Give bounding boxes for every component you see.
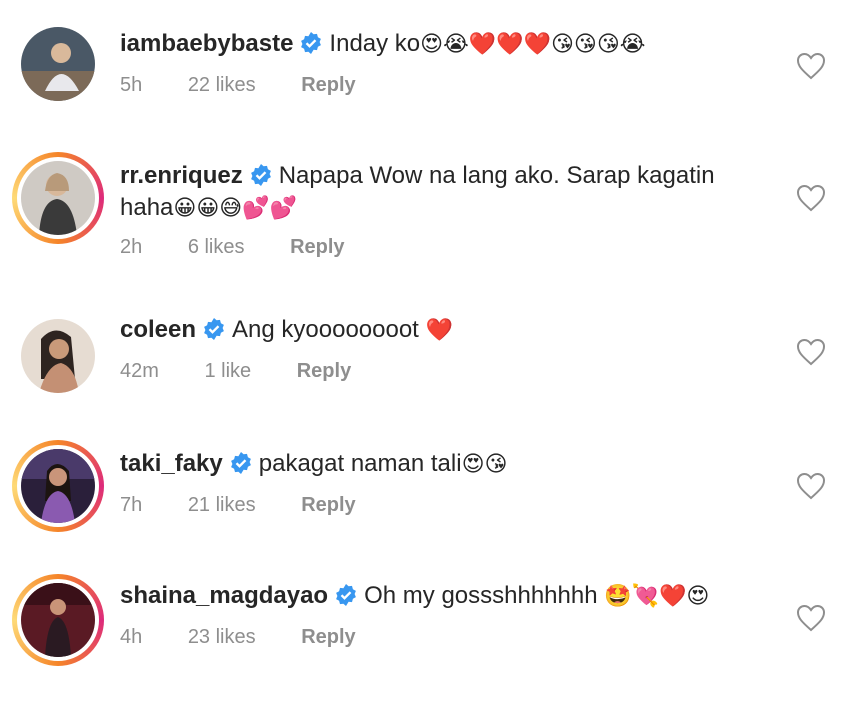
comment-likes[interactable]: 23 likes (188, 626, 256, 648)
comment-meta: 5h 22 likes Reply (120, 74, 396, 97)
comment-meta: 7h 21 likes Reply (120, 494, 396, 517)
comment-emojis: 🤩💘❤️😍 (604, 584, 710, 609)
avatar-photo (21, 161, 95, 235)
avatar[interactable] (12, 18, 104, 110)
avatar-photo (21, 583, 95, 657)
comment-time: 4h (120, 626, 143, 648)
avatar[interactable] (12, 152, 104, 244)
comment-likes[interactable]: 22 likes (188, 74, 256, 96)
comment-body: Napapa Wow na lang ako. Sarap kagatin (278, 162, 715, 189)
comment-text: iambaebybaste Inday ko😍😭❤️❤️❤️😘😘😘😭 (120, 28, 770, 61)
heart-icon[interactable] (796, 52, 826, 80)
verified-badge-icon (250, 164, 271, 186)
heart-icon[interactable] (796, 338, 826, 366)
comment-text: coleen Ang kyoooooooot ❤️ (120, 314, 770, 347)
comment-emojis: 😍😭❤️❤️❤️😘😘😘😭 (420, 32, 646, 57)
verified-badge-icon (204, 318, 224, 340)
avatar[interactable] (12, 310, 104, 402)
comment-body: Inday ko (329, 30, 421, 57)
comment-meta: 42m 1 like Reply (120, 360, 391, 383)
comment-meta: 4h 23 likes Reply (120, 626, 396, 649)
avatar[interactable] (12, 440, 104, 532)
comment-text: taki_faky pakagat naman tali😍😘 (120, 448, 770, 481)
username[interactable]: taki_faky (120, 450, 223, 477)
comment-emojis: 😀😀😅💕💕 (173, 196, 297, 221)
avatar-photo (21, 449, 95, 523)
comment-time: 7h (120, 494, 143, 516)
avatar-photo (21, 27, 95, 101)
reply-button[interactable]: Reply (290, 236, 344, 258)
comment-time: 5h (120, 74, 143, 96)
comment-time: 42m (120, 360, 159, 382)
heart-icon[interactable] (796, 472, 826, 500)
comment-body: pakagat naman tali (258, 450, 462, 477)
username[interactable]: coleen (120, 316, 196, 343)
heart-icon[interactable] (796, 184, 826, 212)
avatar[interactable] (12, 574, 104, 666)
comment-time: 2h (120, 236, 143, 258)
comment-likes[interactable]: 21 likes (188, 494, 256, 516)
comment-emojis: 😍😘 (461, 452, 508, 477)
heart-icon[interactable] (796, 604, 826, 632)
avatar-photo (21, 319, 95, 393)
comment-text: rr.enriquez Napapa Wow na lang ako. Sarap… (120, 160, 770, 225)
comment-likes[interactable]: 1 like (204, 360, 251, 382)
comment-emojis: ❤️ (425, 318, 453, 343)
username[interactable]: iambaebybaste (120, 30, 293, 57)
comment-body: Ang kyoooooooot (232, 316, 419, 343)
comment-text: shaina_magdayao Oh my gossshhhhhhh 🤩💘❤️😍 (120, 580, 770, 613)
reply-button[interactable]: Reply (301, 626, 355, 648)
reply-button[interactable]: Reply (301, 494, 355, 516)
reply-button[interactable]: Reply (297, 360, 351, 382)
reply-button[interactable]: Reply (301, 74, 355, 96)
comment-body: Oh my gossshhhhhhh (364, 582, 598, 609)
verified-badge-icon (336, 584, 356, 606)
comment-body-continued: haha (120, 194, 174, 221)
username[interactable]: shaina_magdayao (120, 582, 328, 609)
verified-badge-icon (301, 32, 322, 54)
comment-meta: 2h 6 likes Reply (120, 236, 385, 259)
verified-badge-icon (230, 452, 251, 474)
comment-likes[interactable]: 6 likes (188, 236, 245, 258)
username[interactable]: rr.enriquez (120, 162, 243, 189)
